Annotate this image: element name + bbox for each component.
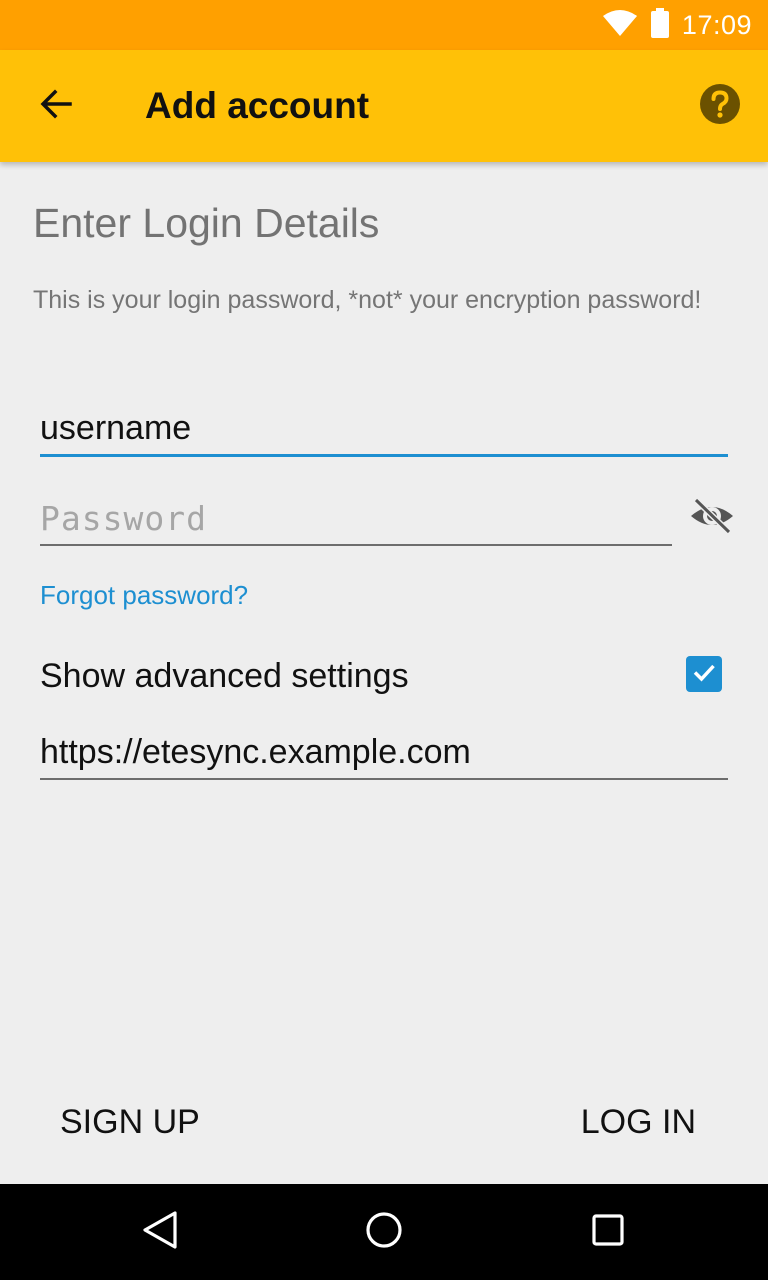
app-bar: Add account: [0, 50, 768, 162]
page-title: Add account: [145, 85, 370, 126]
help-circle-icon: [699, 83, 741, 130]
nav-back-button[interactable]: [136, 1208, 184, 1256]
status-icons: 17:09: [602, 0, 752, 50]
log-in-button[interactable]: LOG IN: [581, 1092, 696, 1152]
battery-icon: [650, 7, 670, 43]
status-time: 17:09: [681, 9, 752, 40]
nav-home-button[interactable]: [360, 1208, 408, 1256]
system-nav-bar: [0, 1184, 768, 1280]
section-title: Enter Login Details: [33, 200, 380, 246]
nav-recents-icon: [588, 1210, 628, 1255]
check-icon: [690, 658, 718, 691]
sign-up-button[interactable]: SIGN UP: [60, 1092, 200, 1152]
nav-home-icon: [364, 1210, 404, 1255]
nav-recents-button[interactable]: [584, 1208, 632, 1256]
advanced-settings-row[interactable]: Show advanced settings: [40, 648, 728, 704]
advanced-settings-label: Show advanced settings: [40, 657, 409, 695]
password-field[interactable]: [40, 492, 672, 546]
wifi-icon: [602, 9, 638, 42]
nav-back-icon: [140, 1210, 180, 1255]
password-visibility-toggle[interactable]: [684, 492, 740, 544]
forgot-password-link[interactable]: Forgot password?: [40, 580, 248, 611]
server-url-field[interactable]: [40, 726, 728, 780]
arrow-back-icon: [38, 86, 74, 127]
back-button[interactable]: [24, 74, 88, 138]
password-notice: This is your login password, *not* your …: [33, 286, 702, 314]
help-button[interactable]: [694, 80, 746, 132]
visibility-off-icon: [689, 496, 735, 541]
status-bar: 17:09: [0, 0, 768, 50]
advanced-settings-checkbox[interactable]: [686, 656, 722, 692]
username-field[interactable]: [40, 402, 728, 457]
